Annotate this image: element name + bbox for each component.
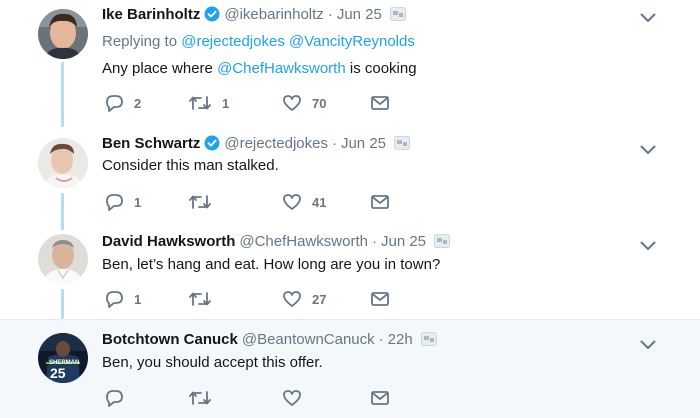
author-name[interactable]: David Hawksworth [102, 233, 235, 250]
reply-handle-link[interactable]: @rejectedjokes [181, 33, 285, 50]
envelope-icon [370, 390, 390, 406]
avatar[interactable] [38, 138, 88, 188]
reply-button[interactable]: 1 [104, 289, 141, 309]
envelope-icon [370, 95, 390, 111]
retweet-icon [188, 193, 212, 211]
avatar[interactable]: SHERMAN 25 [38, 333, 88, 383]
retweet-icon [188, 94, 212, 112]
tweet-text: Ben, you should accept this offer. [102, 354, 323, 371]
tweet-ben-schwartz[interactable]: Ben Schwartz @rejectedjokes · Jun 25 Consid… [0, 128, 700, 224]
heart-icon [282, 193, 302, 211]
heart-icon [282, 389, 302, 407]
chevron-down-icon[interactable] [640, 337, 656, 355]
author-handle[interactable]: @BeantownCanuck [242, 331, 375, 348]
reply-icon [104, 193, 124, 211]
avatar[interactable] [38, 234, 88, 284]
tweet-text: Ben, let’s hang and eat. How long are yo… [102, 256, 441, 273]
chevron-down-icon[interactable] [640, 238, 656, 256]
reply-count: 1 [134, 291, 142, 307]
author-handle[interactable]: @rejectedjokes [224, 135, 328, 152]
like-button[interactable]: 70 [282, 93, 326, 113]
retweet-button[interactable] [188, 289, 222, 309]
like-button[interactable]: 41 [282, 192, 326, 212]
reply-button[interactable]: 2 [104, 93, 141, 113]
like-count: 41 [312, 194, 327, 210]
like-count: 27 [312, 291, 327, 307]
separator: · [371, 233, 377, 250]
like-button[interactable]: 27 [282, 289, 326, 309]
author-name[interactable]: Botchtown Canuck [102, 331, 238, 348]
retweet-icon [188, 290, 212, 308]
retweet-count: 1 [222, 95, 230, 111]
envelope-icon [370, 194, 390, 210]
tweet-ike-barinholtz[interactable]: Ike Barinholtz @ikebarinholtz · Jun 25 Repl… [0, 0, 700, 128]
separator: · [378, 331, 384, 348]
replying-to-label: Replying to [102, 33, 178, 50]
envelope-icon [370, 291, 390, 307]
reply-icon [104, 389, 124, 407]
translate-icon[interactable] [394, 136, 411, 156]
replying-to: Replying to @rejectedjokes @VancityReyno… [102, 32, 415, 52]
reply-button[interactable]: 1 [104, 192, 141, 212]
timestamp[interactable]: Jun 25 [341, 135, 386, 152]
author-name[interactable]: Ben Schwartz [102, 135, 200, 152]
tweet-text: Any place where @ChefHawksworth is cooki… [102, 59, 417, 79]
retweet-button[interactable]: 1 [188, 93, 229, 113]
direct-message-button[interactable] [370, 388, 390, 408]
direct-message-button[interactable] [370, 93, 390, 113]
translate-icon[interactable] [434, 234, 451, 254]
reply-icon [104, 290, 124, 308]
mention-link[interactable]: @ChefHawksworth [217, 60, 346, 77]
separator: · [331, 135, 337, 152]
heart-icon [282, 94, 302, 112]
reply-icon [104, 94, 124, 112]
retweet-icon [188, 389, 212, 407]
separator: · [327, 6, 333, 23]
timestamp[interactable]: Jun 25 [381, 233, 426, 250]
reply-count: 2 [134, 95, 142, 111]
tweet-david-hawksworth[interactable]: David Hawksworth @ChefHawksworth · Jun 25 B… [0, 224, 700, 320]
tweet-text-part: Any place where [102, 60, 218, 77]
tweet-text-part: is cooking [345, 60, 417, 77]
tweet-botchtown-canuck[interactable]: SHERMAN 25 Botchtown Canuck @BeantownCanu… [0, 320, 700, 418]
tweet-text: Consider this man stalked. [102, 157, 279, 174]
author-handle[interactable]: @ChefHawksworth [239, 233, 368, 250]
avatar-jersey-number: 25 [50, 365, 66, 381]
heart-icon [282, 290, 302, 308]
timestamp[interactable]: Jun 25 [337, 6, 382, 23]
retweet-button[interactable] [188, 388, 222, 408]
retweet-button[interactable] [188, 192, 222, 212]
chevron-down-icon[interactable] [640, 142, 656, 160]
like-button[interactable] [282, 388, 312, 408]
translate-icon[interactable] [389, 7, 406, 27]
verified-badge-icon [204, 135, 220, 157]
timestamp[interactable]: 22h [388, 331, 413, 348]
verified-badge-icon [204, 6, 220, 28]
direct-message-button[interactable] [370, 289, 390, 309]
author-handle[interactable]: @ikebarinholtz [224, 6, 323, 23]
reply-count: 1 [134, 194, 142, 210]
chevron-down-icon[interactable] [640, 10, 656, 28]
avatar[interactable] [38, 9, 88, 59]
translate-icon[interactable] [420, 332, 437, 352]
like-count: 70 [312, 95, 327, 111]
author-name[interactable]: Ike Barinholtz [102, 6, 200, 23]
reply-button[interactable] [104, 388, 134, 408]
direct-message-button[interactable] [370, 192, 390, 212]
reply-handle-link[interactable]: @VancityReynolds [289, 33, 415, 50]
